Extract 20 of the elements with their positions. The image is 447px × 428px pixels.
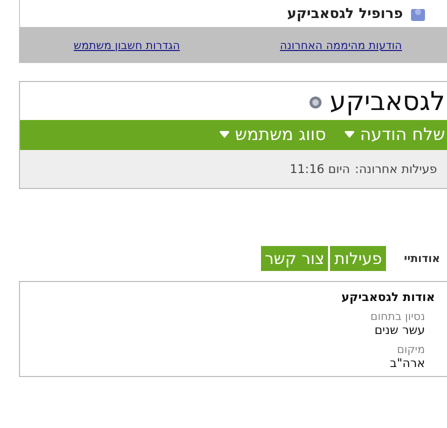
nav-link[interactable]: הגדרות חשבון משתמש: [74, 38, 180, 52]
field-label: מיקום: [396, 343, 425, 356]
caret-icon: [218, 131, 230, 139]
username-heading: לגסאביקע: [330, 87, 445, 117]
dropdown-menu[interactable]: סווג משתמש: [218, 125, 326, 145]
caret-icon: [344, 131, 356, 139]
dropdown-menu[interactable]: שלח הודעה: [344, 125, 445, 145]
last-activity-value: היום 11:16: [290, 162, 350, 176]
status-dot-icon: [308, 96, 322, 108]
profile-icon: [409, 6, 427, 20]
page-title: פרופיל לגסאביקע: [287, 4, 403, 22]
field-label: נסיון בתחום: [369, 310, 425, 323]
field-value: ארה"ב: [388, 356, 425, 370]
tab[interactable]: פעילות: [330, 246, 386, 270]
tab[interactable]: צור קשר: [260, 246, 328, 270]
section-label: אודותיי: [404, 252, 440, 264]
about-heading: אודות לגסאביקע: [340, 290, 435, 304]
last-activity-label: פעילות אחרונה:: [354, 162, 437, 176]
nav-link[interactable]: הודעות מהיממה האחרונה: [280, 38, 402, 52]
field-value: עשר שנים: [373, 323, 425, 337]
